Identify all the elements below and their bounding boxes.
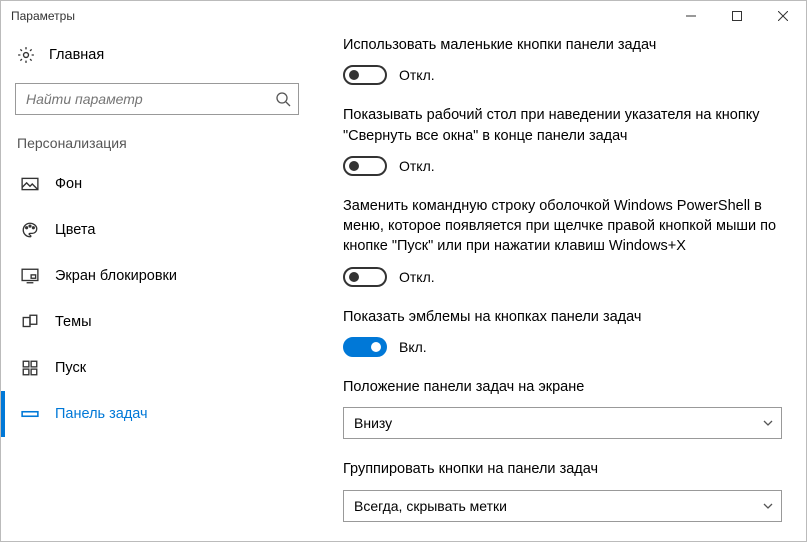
setting-badges: Показать эмблемы на кнопках панели задач… bbox=[343, 307, 782, 357]
toggle-small-buttons[interactable] bbox=[343, 65, 387, 85]
minimize-button[interactable] bbox=[668, 1, 714, 31]
chevron-down-icon bbox=[762, 500, 774, 512]
home-label: Главная bbox=[49, 47, 104, 63]
setting-powershell: Заменить командную строку оболочкой Wind… bbox=[343, 196, 782, 287]
section-header: Персонализация bbox=[1, 129, 313, 161]
select-value: Внизу bbox=[354, 415, 392, 431]
toggle-badges[interactable] bbox=[343, 337, 387, 357]
home-nav[interactable]: Главная bbox=[1, 35, 313, 75]
setting-label: Заменить командную строку оболочкой Wind… bbox=[343, 196, 782, 257]
toggle-state: Откл. bbox=[399, 67, 435, 83]
nav-label: Фон bbox=[55, 176, 82, 192]
sidebar: Главная Персонализация Фон bbox=[1, 31, 313, 541]
toggle-powershell[interactable] bbox=[343, 267, 387, 287]
toggle-state: Откл. bbox=[399, 158, 435, 174]
setting-label: Использовать маленькие кнопки панели зад… bbox=[343, 35, 782, 55]
select-combine[interactable]: Всегда, скрывать метки bbox=[343, 490, 782, 522]
nav-colors[interactable]: Цвета bbox=[1, 207, 313, 253]
nav-start[interactable]: Пуск bbox=[1, 345, 313, 391]
palette-icon bbox=[21, 221, 39, 239]
lockscreen-icon bbox=[21, 267, 39, 285]
nav-label: Панель задач bbox=[55, 406, 148, 422]
nav-label: Темы bbox=[55, 314, 92, 330]
taskbar-icon bbox=[21, 405, 39, 423]
nav-label: Экран блокировки bbox=[55, 268, 177, 284]
setting-label: Положение панели задач на экране bbox=[343, 377, 782, 397]
setting-small-buttons: Использовать маленькие кнопки панели зад… bbox=[343, 35, 782, 85]
nav-background[interactable]: Фон bbox=[1, 161, 313, 207]
toggle-peek-desktop[interactable] bbox=[343, 156, 387, 176]
titlebar: Параметры bbox=[1, 1, 806, 31]
nav-label: Цвета bbox=[55, 222, 95, 238]
nav-themes[interactable]: Темы bbox=[1, 299, 313, 345]
start-icon bbox=[21, 359, 39, 377]
setting-peek-desktop: Показывать рабочий стол при наведении ук… bbox=[343, 105, 782, 176]
select-position[interactable]: Внизу bbox=[343, 407, 782, 439]
close-button[interactable] bbox=[760, 1, 806, 31]
maximize-button[interactable] bbox=[714, 1, 760, 31]
nav-lockscreen[interactable]: Экран блокировки bbox=[1, 253, 313, 299]
chevron-down-icon bbox=[762, 417, 774, 429]
content-panel: Использовать маленькие кнопки панели зад… bbox=[313, 31, 806, 541]
search-icon bbox=[275, 91, 291, 107]
themes-icon bbox=[21, 313, 39, 331]
toggle-state: Вкл. bbox=[399, 339, 427, 355]
setting-position: Положение панели задач на экране Внизу bbox=[343, 377, 782, 439]
toggle-state: Откл. bbox=[399, 269, 435, 285]
window-title: Параметры bbox=[11, 9, 75, 23]
select-value: Всегда, скрывать метки bbox=[354, 498, 507, 514]
setting-label: Показать эмблемы на кнопках панели задач bbox=[343, 307, 782, 327]
setting-label: Показывать рабочий стол при наведении ук… bbox=[343, 105, 782, 146]
search-input[interactable] bbox=[15, 83, 299, 115]
gear-icon bbox=[17, 46, 35, 64]
nav-label: Пуск bbox=[55, 360, 86, 376]
picture-icon bbox=[21, 175, 39, 193]
nav-taskbar[interactable]: Панель задач bbox=[1, 391, 313, 437]
setting-combine: Группировать кнопки на панели задач Всег… bbox=[343, 459, 782, 521]
setting-label: Группировать кнопки на панели задач bbox=[343, 459, 782, 479]
